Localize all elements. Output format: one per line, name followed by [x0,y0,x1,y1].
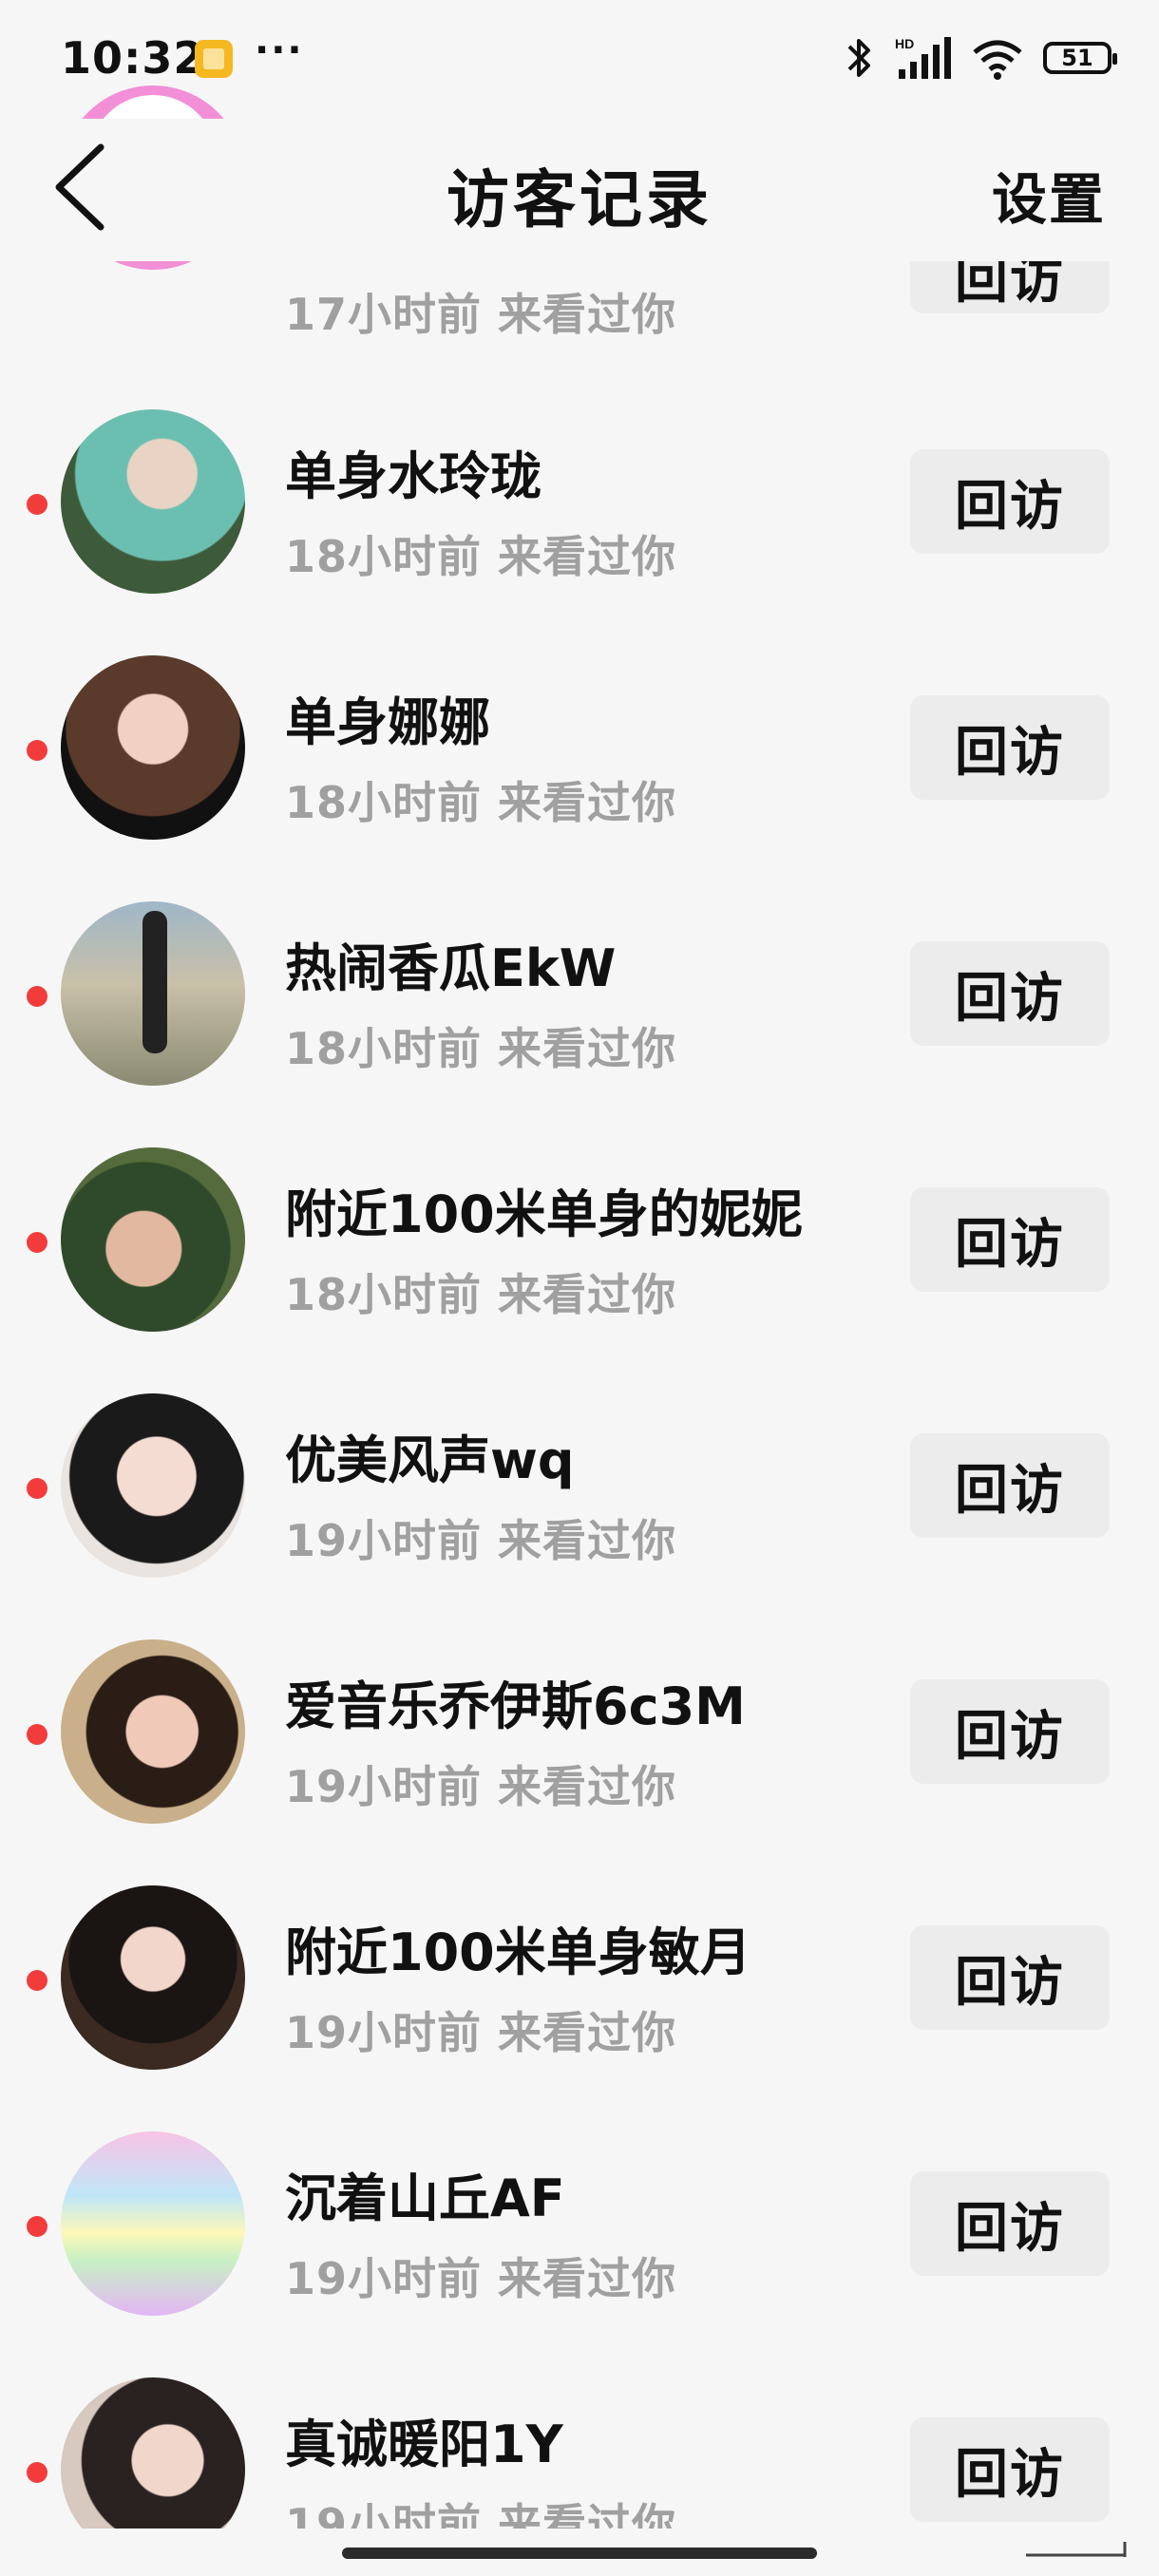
avatar[interactable] [61,2377,245,2529]
visitor-name: 爱音乐乔伊斯6c3M [285,1676,746,1736]
unread-dot [27,986,48,1007]
revisit-button[interactable]: 回访 [910,941,1110,1046]
visitor-row[interactable]: 沉着山丘AF 19小时前 来看过你 回访 [0,2107,1159,2353]
unread-dot [27,2216,48,2237]
visitor-row[interactable]: 热闹香瓜EkW 18小时前 来看过你 回访 [0,877,1159,1123]
revisit-button[interactable]: 回访 [910,1925,1110,2030]
unread-dot [27,740,48,761]
avatar[interactable] [61,1393,245,1578]
visitor-row[interactable]: 附近100米单身的妮妮 18小时前 来看过你 回访 [0,1123,1159,1369]
avatar[interactable] [61,1147,245,1332]
visitor-name: 单身水玲珑 [285,446,542,506]
visitor-name: 附近100米单身敏月 [285,1923,751,1982]
unread-dot [27,2462,48,2483]
visitor-name: 单身娜娜 [285,692,490,752]
home-indicator[interactable] [342,2548,817,2559]
visit-time: 18小时前 来看过你 [285,531,677,582]
visitor-row[interactable]: 优美风声wq 19小时前 来看过你 回访 [0,1369,1159,1615]
avatar[interactable] [61,2131,245,2316]
visitor-name: 热闹香瓜EkW [285,938,617,998]
visitor-row[interactable]: 单身水玲珑 18小时前 来看过你 回访 [0,385,1159,631]
visit-time: 19小时前 来看过你 [285,1761,677,1812]
settings-button[interactable]: 设置 [992,155,1106,235]
visit-time: 18小时前 来看过你 [285,1023,677,1074]
revisit-button[interactable]: 回访 [910,2417,1110,2522]
visit-time: 17小时前 来看过你 [285,289,677,340]
visitor-list: 17小时前 来看过你 回访 单身水玲珑 18小时前 来看过你 回访 单身娜娜 1… [0,0,1159,2576]
revisit-button[interactable]: 回访 [910,449,1110,554]
revisit-button[interactable]: 回访 [910,1187,1110,1292]
visit-time: 18小时前 来看过你 [285,1269,677,1320]
visitor-row[interactable]: 爱音乐乔伊斯6c3M 19小时前 来看过你 回访 [0,1615,1159,1861]
visit-time: 19小时前 来看过你 [285,1515,677,1566]
unread-dot [27,1232,48,1253]
scroll-indicator [1026,2542,1127,2557]
revisit-button[interactable]: 回访 [910,1679,1110,1784]
revisit-button[interactable]: 回访 [910,695,1110,800]
visitor-name: 沉着山丘AF [285,2169,565,2228]
visit-time: 19小时前 来看过你 [285,2253,677,2304]
visitor-name: 附近100米单身的妮妮 [285,1184,803,1244]
unread-dot [27,1970,48,1991]
visitor-name: 优美风声wq [285,1430,575,1490]
visitor-name: 真诚暖阳1Y [285,2415,563,2474]
visitor-row[interactable]: 单身娜娜 18小时前 来看过你 回访 [0,631,1159,877]
visitor-row[interactable]: 真诚暖阳1Y 19小时前 来看过你 回访 [0,2353,1159,2529]
revisit-button[interactable]: 回访 [910,1433,1110,1538]
avatar[interactable] [61,1885,245,2070]
visit-time: 18小时前 来看过你 [285,777,677,828]
unread-dot [27,1724,48,1745]
page-title: 访客记录 [446,163,712,237]
visit-time: 19小时前 来看过你 [285,2499,677,2529]
unread-dot [27,494,48,515]
avatar[interactable] [61,901,245,1086]
visit-time: 19小时前 来看过你 [285,2007,677,2058]
avatar[interactable] [61,655,245,840]
visitor-row[interactable]: 附近100米单身敏月 19小时前 来看过你 回访 [0,1861,1159,2107]
avatar[interactable] [61,409,245,594]
revisit-button[interactable]: 回访 [910,2171,1110,2276]
avatar[interactable] [61,1639,245,1824]
nav-header: 访客记录 设置 [0,119,1159,261]
unread-dot [27,1478,48,1499]
